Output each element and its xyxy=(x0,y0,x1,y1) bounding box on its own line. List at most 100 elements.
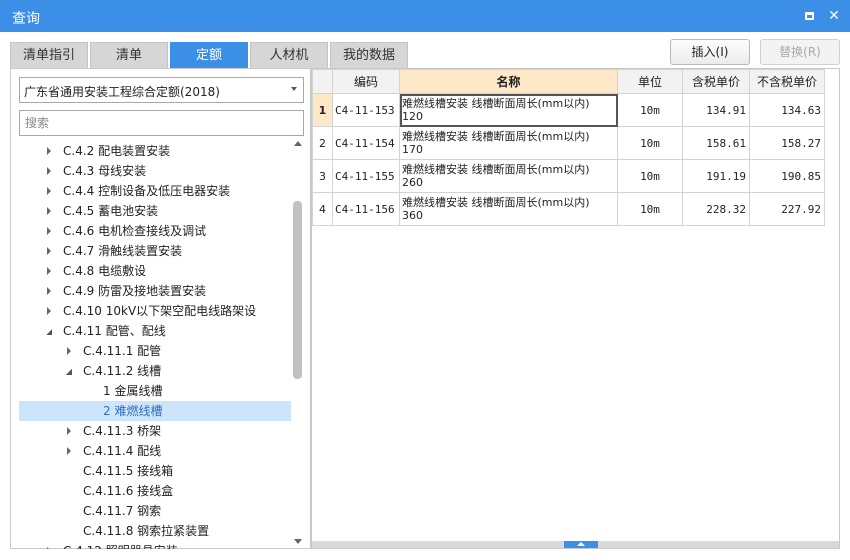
library-select-value: 广东省通用安装工程综合定额(2018) xyxy=(24,85,220,99)
cell-price-with-tax[interactable]: 228.32 xyxy=(682,192,750,226)
grid-splitter[interactable] xyxy=(312,541,839,548)
name-text: 难燃线槽安装 线槽断面周长(mm以内) xyxy=(402,196,590,209)
insert-button[interactable]: 插入(I) xyxy=(670,39,750,65)
column-header-price-with-tax[interactable]: 含税单价 xyxy=(682,69,750,94)
row-number: 1 xyxy=(312,93,333,127)
cell-price-without-tax[interactable]: 227.92 xyxy=(749,192,825,226)
scroll-down-arrow-icon[interactable] xyxy=(294,539,302,544)
cell-code[interactable]: C4-11-156 xyxy=(332,192,400,226)
tree-item[interactable]: C.4.2 配电装置安装 xyxy=(19,141,291,161)
expand-arrow-icon[interactable] xyxy=(67,447,71,455)
tree-item[interactable]: C.4.11.2 线槽 xyxy=(19,361,291,381)
cell-price-without-tax[interactable]: 134.63 xyxy=(749,93,825,127)
expand-arrow-icon[interactable] xyxy=(47,227,51,235)
tree-item[interactable]: C.4.12 照明器具安装 xyxy=(19,541,291,549)
name-text: 难燃线槽安装 线槽断面周长(mm以内) xyxy=(402,130,590,143)
splitter-grip[interactable] xyxy=(564,541,598,548)
tree-item[interactable]: C.4.11.6 接线盒 xyxy=(19,481,291,501)
expand-arrow-icon[interactable] xyxy=(47,307,51,315)
expand-arrow-icon[interactable] xyxy=(47,267,51,275)
cell-code[interactable]: C4-11-153 xyxy=(332,93,400,127)
cell-name[interactable]: 难燃线槽安装 线槽断面周长(mm以内) 170 xyxy=(399,126,618,160)
cell-name[interactable]: 难燃线槽安装 线槽断面周长(mm以内) 360 xyxy=(399,192,618,226)
grid-header-row: 编码 名称 单位 含税单价 不含税单价 xyxy=(312,69,825,94)
expand-arrow-icon[interactable] xyxy=(47,147,51,155)
name-text: 难燃线槽安装 线槽断面周长(mm以内) xyxy=(402,97,590,110)
tree-item[interactable]: C.4.11.7 钢索 xyxy=(19,501,291,521)
tree-item[interactable]: C.4.8 电缆敷设 xyxy=(19,261,291,281)
expand-arrow-icon[interactable] xyxy=(47,187,51,195)
expand-arrow-icon[interactable] xyxy=(47,167,51,175)
quota-tree: C.4.2 配电装置安装 C.4.3 母线安装 C.4.4 控制设备及低压电器安… xyxy=(19,141,291,549)
row-number: 3 xyxy=(312,159,333,193)
expand-arrow-icon[interactable] xyxy=(47,247,51,255)
tab-list-guide[interactable]: 清单指引 xyxy=(10,42,88,68)
scrollbar-thumb[interactable] xyxy=(293,201,302,379)
table-row[interactable]: 1 C4-11-153 难燃线槽安装 线槽断面周长(mm以内) 120 10m 1… xyxy=(312,93,825,127)
search-input[interactable] xyxy=(19,110,304,136)
name-text-size: 260 xyxy=(402,176,423,189)
table-row[interactable]: 2 C4-11-154 难燃线槽安装 线槽断面周长(mm以内) 170 10m 1… xyxy=(312,126,825,160)
tree-item[interactable]: C.4.9 防雷及接地装置安装 xyxy=(19,281,291,301)
column-header-price-without-tax[interactable]: 不含税单价 xyxy=(749,69,825,94)
tree-item[interactable]: C.4.10 10kV以下架空配电线路架设 xyxy=(19,301,291,321)
collapse-arrow-icon[interactable] xyxy=(66,369,72,375)
expand-arrow-icon[interactable] xyxy=(67,347,71,355)
tab-my-data[interactable]: 我的数据 xyxy=(330,42,408,68)
expand-arrow-icon[interactable] xyxy=(47,287,51,295)
cell-unit[interactable]: 10m xyxy=(617,159,683,193)
title-bar: 查询 ✕ xyxy=(0,0,850,32)
tree-scrollbar[interactable] xyxy=(293,141,303,547)
replace-button[interactable]: 替换(R) xyxy=(760,39,840,65)
scroll-up-arrow-icon[interactable] xyxy=(294,141,302,146)
name-text-size: 120 xyxy=(402,110,423,123)
tree-item[interactable]: C.4.3 母线安装 xyxy=(19,161,291,181)
table-row[interactable]: 3 C4-11-155 难燃线槽安装 线槽断面周长(mm以内) 260 10m 1… xyxy=(312,159,825,193)
library-select[interactable]: 广东省通用安装工程综合定额(2018) xyxy=(19,77,304,103)
left-pane: 广东省通用安装工程综合定额(2018) C.4.2 配电装置安装 C.4.3 母… xyxy=(10,68,311,549)
chevron-down-icon xyxy=(291,87,297,91)
cell-unit[interactable]: 10m xyxy=(617,192,683,226)
expand-arrow-icon[interactable] xyxy=(47,547,51,549)
tree-item[interactable]: C.4.11.8 钢索拉紧装置 xyxy=(19,521,291,541)
cell-price-with-tax[interactable]: 134.91 xyxy=(682,93,750,127)
expand-arrow-icon[interactable] xyxy=(47,207,51,215)
cell-price-with-tax[interactable]: 191.19 xyxy=(682,159,750,193)
cell-name[interactable]: 难燃线槽安装 线槽断面周长(mm以内) 120 xyxy=(399,93,618,127)
table-row[interactable]: 4 C4-11-156 难燃线槽安装 线槽断面周长(mm以内) 360 10m 2… xyxy=(312,192,825,226)
tab-list[interactable]: 清单 xyxy=(90,42,168,68)
tree-item-selected[interactable]: 2 难燃线槽 xyxy=(19,401,291,421)
column-header-unit[interactable]: 单位 xyxy=(617,69,683,94)
cell-code[interactable]: C4-11-155 xyxy=(332,159,400,193)
row-number: 2 xyxy=(312,126,333,160)
collapse-arrow-icon[interactable] xyxy=(46,329,52,335)
cell-name[interactable]: 难燃线槽安装 线槽断面周长(mm以内) 260 xyxy=(399,159,618,193)
column-header-name[interactable]: 名称 xyxy=(399,69,618,94)
name-text-size: 360 xyxy=(402,209,423,222)
tree-item[interactable]: C.4.11 配管、配线 xyxy=(19,321,291,341)
tree-item[interactable]: C.4.11.4 配线 xyxy=(19,441,291,461)
column-header-code[interactable]: 编码 xyxy=(332,69,400,94)
corner-cell xyxy=(312,69,333,94)
tree-item[interactable]: C.4.11.1 配管 xyxy=(19,341,291,361)
tab-labor-material-machine[interactable]: 人材机 xyxy=(250,42,328,68)
cell-price-with-tax[interactable]: 158.61 xyxy=(682,126,750,160)
tree-item[interactable]: C.4.11.3 桥架 xyxy=(19,421,291,441)
tree-item[interactable]: C.4.11.5 接线箱 xyxy=(19,461,291,481)
tree-item[interactable]: 1 金属线槽 xyxy=(19,381,291,401)
result-pane: 编码 名称 单位 含税单价 不含税单价 1 C4-11-153 难燃线槽安装 线… xyxy=(311,68,840,549)
close-icon[interactable]: ✕ xyxy=(826,8,842,24)
cell-unit[interactable]: 10m xyxy=(617,93,683,127)
tree-item[interactable]: C.4.4 控制设备及低压电器安装 xyxy=(19,181,291,201)
maximize-icon[interactable] xyxy=(802,8,818,24)
expand-arrow-icon[interactable] xyxy=(67,427,71,435)
tree-item[interactable]: C.4.6 电机检查接线及调试 xyxy=(19,221,291,241)
cell-price-without-tax[interactable]: 190.85 xyxy=(749,159,825,193)
cell-price-without-tax[interactable]: 158.27 xyxy=(749,126,825,160)
window-title: 查询 xyxy=(12,11,40,27)
tab-quota[interactable]: 定额 xyxy=(170,42,248,68)
cell-code[interactable]: C4-11-154 xyxy=(332,126,400,160)
tree-item[interactable]: C.4.5 蓄电池安装 xyxy=(19,201,291,221)
cell-unit[interactable]: 10m xyxy=(617,126,683,160)
tree-item[interactable]: C.4.7 滑触线装置安装 xyxy=(19,241,291,261)
